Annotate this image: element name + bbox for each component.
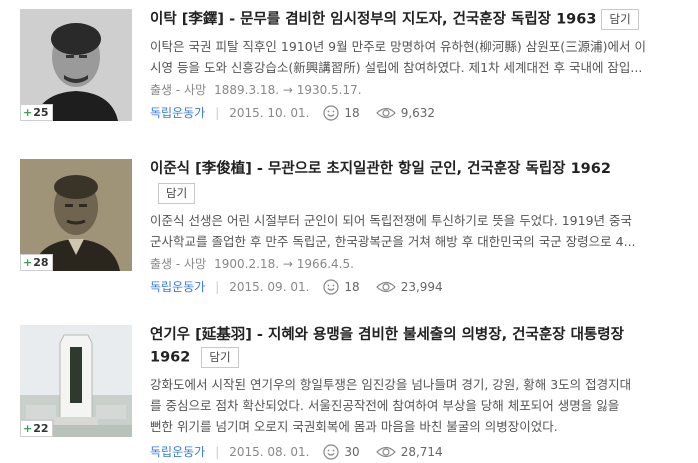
category-link[interactable]: 독립운동가 [150, 443, 205, 461]
view-count: 28,714 [400, 445, 443, 459]
entry-description-line2: 시영 등을 도와 신흥강습소(新興講習所) 설립에 참여하였다. 제1차 세계대… [150, 60, 643, 75]
eye-icon [375, 280, 396, 294]
entry-description: 이탁은 국권 피탈 직후인 1910년 9월 만주로 망명하여 유하현(柳河縣)… [150, 39, 647, 54]
smile-icon [323, 105, 340, 121]
entry-title[interactable]: 이탁 [李鐸] - 문무를 겸비한 임시정부의 지도자, 건국훈장 독립장 19… [150, 9, 690, 30]
save-count-badge: +22 [20, 420, 53, 437]
publish-date: 2015. 10. 01. [229, 106, 310, 120]
portrait-image[interactable]: +28 [20, 159, 132, 271]
entry-meta: 독립운동가 | 2015. 09. 01. 18 23,994 [150, 278, 690, 296]
save-count-badge: +25 [20, 104, 53, 121]
like-count: 18 [344, 106, 360, 120]
life-span: 출생 - 사망 1889.3.18. → 1930.5.17. [150, 83, 362, 97]
save-button[interactable]: 담기 [158, 183, 196, 204]
eye-icon [375, 106, 396, 120]
entry-description: 강화도에서 시작된 연기우의 항일투쟁은 임진강을 넘나들며 경기, 강원, 황… [150, 377, 632, 434]
save-count-badge: +28 [20, 254, 53, 271]
save-button[interactable]: 담기 [201, 347, 239, 368]
save-button[interactable]: 담기 [601, 9, 639, 30]
portrait-image[interactable]: +25 [20, 9, 132, 121]
list-item: +22 연기우 [延基羽] - 지혜와 용맹을 겸비한 불세출의 의병장, 건국… [20, 325, 690, 460]
like-count: 30 [344, 445, 360, 459]
meta-divider: | [215, 106, 220, 120]
life-span: 출생 - 사망 1900.2.18. → 1966.4.5. [150, 257, 354, 271]
publish-date: 2015. 08. 01. [229, 445, 310, 459]
entry-title-line2[interactable]: 1962 담기 [150, 347, 690, 368]
eye-icon [375, 445, 396, 459]
meta-divider: | [215, 445, 220, 459]
category-link[interactable]: 독립운동가 [150, 278, 205, 296]
entry-description-line2: 군사학교를 졸업한 후 만주 독립군, 한국광복군을 거쳐 해방 후 대한민국의… [150, 234, 636, 249]
publish-date: 2015. 09. 01. [229, 280, 310, 294]
monument-image[interactable]: +22 [20, 325, 132, 437]
smile-icon [323, 444, 340, 460]
list-item: +28 이준식 [李俊植] - 무관으로 초지일관한 항일 군인, 건국훈장 독… [20, 159, 690, 295]
view-count: 9,632 [400, 106, 436, 120]
like-count: 18 [344, 280, 360, 294]
list-item: +25 이탁 [李鐸] - 문무를 겸비한 임시정부의 지도자, 건국훈장 독립… [20, 9, 690, 129]
category-link[interactable]: 독립운동가 [150, 104, 205, 122]
entry-meta: 독립운동가 | 2015. 08. 01. 30 28,714 [150, 443, 690, 461]
entry-description: 이준식 선생은 어린 시절부터 군인이 되어 독립전쟁에 투신하기로 뜻을 두었… [150, 213, 632, 228]
entry-title[interactable]: 연기우 [延基羽] - 지혜와 용맹을 겸비한 불세출의 의병장, 건국훈장 대… [150, 325, 690, 345]
view-count: 23,994 [400, 280, 443, 294]
smile-icon [323, 279, 340, 295]
entry-title[interactable]: 이준식 [李俊植] - 무관으로 초지일관한 항일 군인, 건국훈장 독립장 1… [150, 159, 690, 179]
meta-divider: | [215, 280, 220, 294]
entry-meta: 독립운동가 | 2015. 10. 01. 18 9,632 [150, 104, 690, 122]
